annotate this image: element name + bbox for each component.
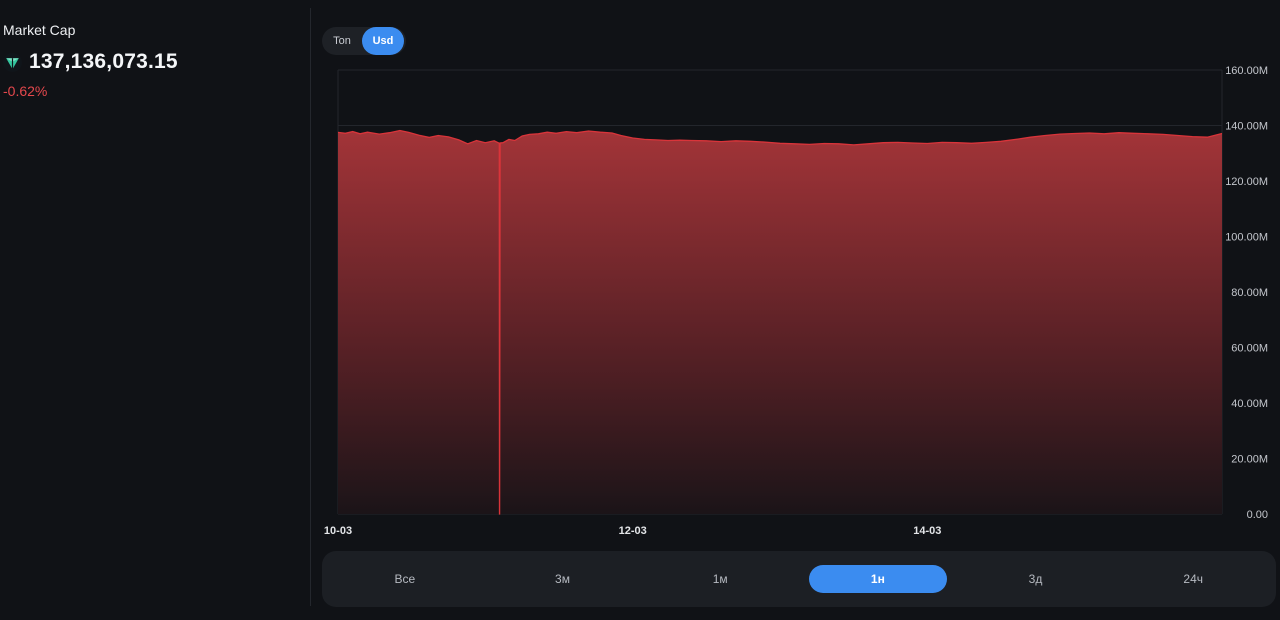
y-tick-label: 120.00M xyxy=(1225,176,1268,188)
y-axis: 0.00 20.00M 40.00M 60.00M 80.00M 100.00M 120.0… xyxy=(1225,65,1268,521)
chart-svg: 0.00 20.00M 40.00M 60.00M 80.00M 100.00M 120.0… xyxy=(324,65,1268,537)
x-tick-label: 14-03 xyxy=(913,525,941,537)
y-tick-label: 60.00M xyxy=(1231,343,1268,355)
time-range-selector: Все 3м 1м 1н 3д 24ч xyxy=(322,551,1276,607)
currency-toggle: Ton Usd xyxy=(322,27,406,55)
y-tick-label: 100.00M xyxy=(1225,232,1268,244)
market-cap-title: Market Cap xyxy=(3,22,76,38)
y-tick-label: 140.00M xyxy=(1225,121,1268,133)
range-all-button[interactable]: Все xyxy=(336,565,474,593)
currency-usd-button[interactable]: Usd xyxy=(362,27,404,55)
ton-diamond-icon xyxy=(3,52,22,72)
y-tick-label: 0.00 xyxy=(1247,509,1268,521)
x-tick-label: 10-03 xyxy=(324,525,352,537)
range-24h-button[interactable]: 24ч xyxy=(1124,565,1262,593)
market-cap-value: 137,136,073.15 xyxy=(29,50,178,73)
range-3d-button[interactable]: 3д xyxy=(967,565,1105,593)
y-tick-label: 160.00M xyxy=(1225,65,1268,77)
x-axis: 10-03 12-03 14-03 xyxy=(324,525,941,537)
y-tick-label: 40.00M xyxy=(1231,398,1268,410)
x-tick-label: 12-03 xyxy=(619,525,647,537)
chart-area-layer xyxy=(337,129,1223,515)
market-cap-area xyxy=(338,130,1222,514)
range-1w-button[interactable]: 1н xyxy=(809,565,947,593)
panel-divider xyxy=(310,8,311,606)
market-cap-change: -0.62% xyxy=(3,83,48,99)
range-1m-button[interactable]: 1м xyxy=(651,565,789,593)
range-3m-button[interactable]: 3м xyxy=(494,565,632,593)
market-cap-panel: Market Cap 137,136,073.15 -0.62% xyxy=(0,0,310,620)
currency-ton-button[interactable]: Ton xyxy=(322,27,362,55)
market-cap-value-row: 137,136,073.15 xyxy=(3,50,178,74)
market-cap-chart: 0.00 20.00M 40.00M 60.00M 80.00M 100.00M 120.0… xyxy=(312,60,1280,550)
y-tick-label: 20.00M xyxy=(1231,454,1268,466)
y-tick-label: 80.00M xyxy=(1231,287,1268,299)
